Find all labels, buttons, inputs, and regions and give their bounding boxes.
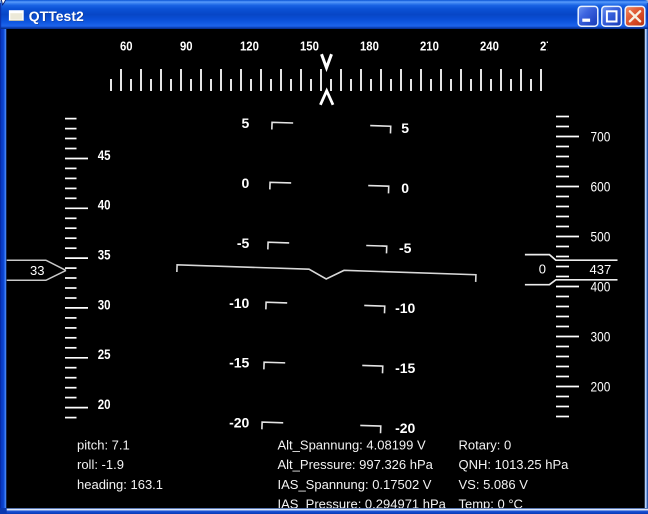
svg-text:IAS_Spannung: 0.17502 V: IAS_Spannung: 0.17502 V: [278, 477, 432, 492]
svg-text:VS: 5.086 V: VS: 5.086 V: [459, 477, 529, 492]
svg-text:pitch: 7.1: pitch: 7.1: [77, 437, 130, 452]
svg-text:-15: -15: [229, 355, 249, 371]
svg-text:-5: -5: [399, 240, 412, 256]
svg-text:33: 33: [30, 263, 44, 278]
svg-text:90: 90: [180, 38, 193, 53]
svg-text:-10: -10: [229, 295, 249, 311]
svg-text:-10: -10: [395, 300, 415, 316]
svg-text:35: 35: [98, 248, 111, 263]
svg-text:0: 0: [401, 180, 409, 196]
svg-text:60: 60: [120, 38, 133, 53]
svg-text:-15: -15: [395, 360, 415, 376]
svg-text:Alt_Spannung: 4.08199 V: Alt_Spannung: 4.08199 V: [278, 437, 427, 452]
svg-text:roll: -1.9: roll: -1.9: [77, 457, 124, 472]
svg-text:240: 240: [480, 38, 499, 53]
svg-text:QTTest2: QTTest2: [29, 8, 84, 24]
svg-text:5: 5: [242, 115, 250, 131]
svg-text:45: 45: [98, 148, 111, 163]
svg-text:25: 25: [98, 347, 111, 362]
svg-text:437: 437: [590, 262, 612, 277]
svg-text:20: 20: [98, 397, 111, 412]
svg-text:500: 500: [591, 229, 611, 244]
svg-text:heading: 163.1: heading: 163.1: [77, 477, 163, 492]
svg-text:Rotary: 0: Rotary: 0: [459, 437, 512, 452]
svg-text:300: 300: [591, 329, 611, 344]
svg-text:400: 400: [591, 279, 611, 294]
svg-text:150: 150: [300, 38, 319, 53]
svg-text:40: 40: [98, 198, 111, 213]
svg-text:700: 700: [591, 129, 611, 144]
svg-text:QNH: 1013.25 hPa: QNH: 1013.25 hPa: [459, 457, 570, 472]
svg-text:600: 600: [591, 179, 611, 194]
svg-text:Alt_Pressure: 997.326 hPa: Alt_Pressure: 997.326 hPa: [278, 457, 434, 472]
svg-text:0: 0: [539, 262, 546, 277]
svg-text:-20: -20: [229, 415, 249, 431]
svg-text:-5: -5: [237, 235, 250, 251]
svg-text:200: 200: [591, 379, 611, 394]
svg-text:210: 210: [420, 38, 439, 53]
svg-text:0: 0: [242, 175, 250, 191]
svg-text:-20: -20: [395, 420, 415, 436]
svg-text:5: 5: [401, 120, 409, 136]
svg-text:180: 180: [360, 38, 379, 53]
svg-text:30: 30: [98, 297, 111, 312]
svg-text:120: 120: [240, 38, 259, 53]
